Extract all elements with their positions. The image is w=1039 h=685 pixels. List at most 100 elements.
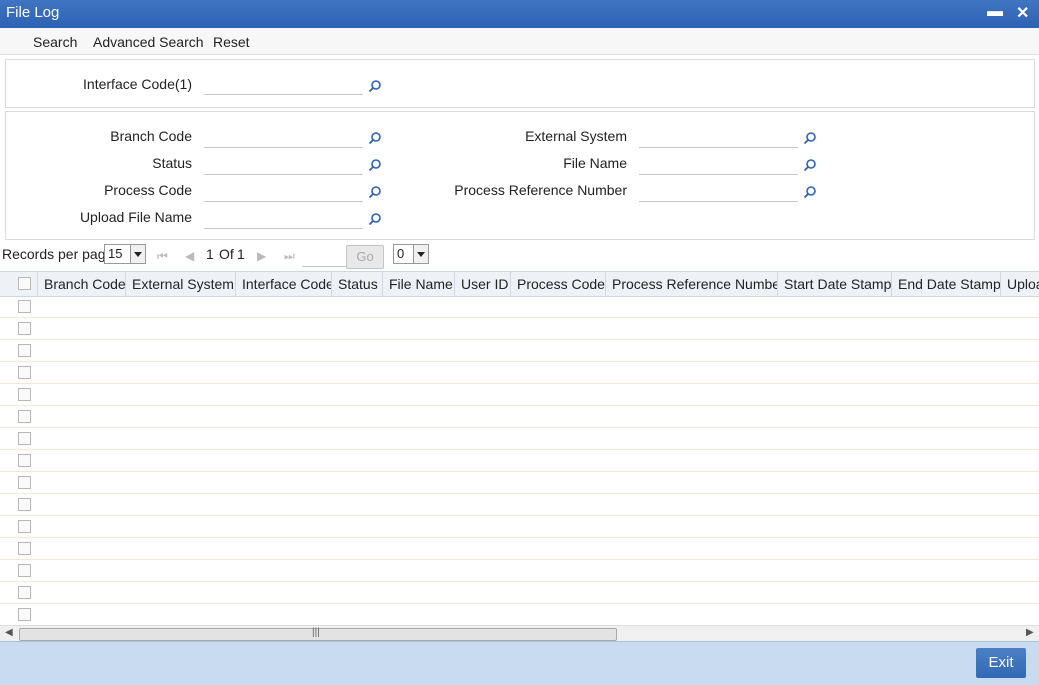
next-page-icon[interactable]: ▶ [257, 249, 266, 263]
row-checkbox[interactable] [18, 344, 31, 357]
external-system-field[interactable] [639, 129, 798, 148]
magnifier-icon[interactable] [368, 158, 382, 172]
column-header[interactable]: End Date Stamp [892, 272, 1001, 296]
column-header[interactable]: User ID [455, 272, 511, 296]
table-row[interactable] [0, 449, 1039, 472]
magnifier-icon[interactable] [368, 131, 382, 145]
primary-search-panel: Interface Code(1) [5, 59, 1035, 108]
interface-code-label: Interface Code(1) [83, 76, 192, 92]
records-per-page-label: Records per page [2, 246, 114, 262]
magnifier-icon[interactable] [803, 185, 817, 199]
secondary-search-panel: Branch Code Status Process Code Upload F… [5, 111, 1035, 240]
row-checkbox[interactable] [18, 322, 31, 335]
table-row[interactable] [0, 537, 1039, 560]
records-per-page-select[interactable]: 15 [104, 244, 146, 264]
row-checkbox[interactable] [18, 388, 31, 401]
page-of-label: Of [219, 246, 234, 262]
branch-code-label: Branch Code [110, 128, 192, 144]
row-checkbox[interactable] [18, 300, 31, 313]
process-code-label: Process Code [104, 182, 192, 198]
table-row[interactable] [0, 515, 1039, 538]
previous-page-icon[interactable]: ◀ [185, 249, 194, 263]
column-header[interactable]: Uploa [1001, 272, 1039, 296]
last-page-icon[interactable]: ⏭ [284, 249, 295, 264]
toolbar: Search Advanced Search Reset [0, 28, 1039, 55]
column-header[interactable]: Interface Code [236, 272, 332, 296]
magnifier-icon[interactable] [368, 185, 382, 199]
table-row[interactable] [0, 471, 1039, 494]
advanced-search-button[interactable]: Advanced Search [93, 34, 204, 50]
column-header[interactable]: Process Reference Number [606, 272, 778, 296]
go-button[interactable]: Go [346, 245, 384, 269]
pagination-bar: Records per page 15 ⏮ ◀ 1 Of 1 ▶ ⏭ Go 0 [0, 242, 1039, 269]
table-row[interactable] [0, 361, 1039, 384]
page-total: 1 [237, 246, 245, 262]
table-row[interactable] [0, 295, 1039, 318]
magnifier-icon[interactable] [368, 212, 382, 226]
table-row[interactable] [0, 383, 1039, 406]
row-checkbox[interactable] [18, 498, 31, 511]
column-header[interactable]: Status [332, 272, 383, 296]
row-checkbox[interactable] [18, 476, 31, 489]
status-label: Status [152, 155, 192, 171]
minimize-icon[interactable]: ▬ [987, 3, 1003, 21]
search-button[interactable]: Search [33, 34, 77, 50]
select-all-checkbox[interactable] [18, 277, 31, 290]
magnifier-icon[interactable] [803, 131, 817, 145]
external-system-label: External System [525, 128, 627, 144]
process-code-field[interactable] [204, 183, 363, 202]
column-header[interactable]: Branch Code [38, 272, 126, 296]
row-checkbox[interactable] [18, 366, 31, 379]
branch-code-field[interactable] [204, 129, 363, 148]
page-number-select-value: 0 [397, 246, 405, 261]
process-reference-number-label: Process Reference Number [454, 182, 627, 198]
file-name-label: File Name [563, 155, 627, 171]
select-all-column [0, 272, 38, 296]
table-row[interactable] [0, 339, 1039, 362]
table-row[interactable] [0, 317, 1039, 340]
upload-file-name-field[interactable] [204, 210, 363, 229]
file-name-field[interactable] [639, 156, 798, 175]
chevron-down-icon [413, 245, 428, 263]
scrollbar-thumb[interactable]: ||| [19, 627, 617, 641]
column-header[interactable]: Start Date Stamp [778, 272, 892, 296]
scroll-left-icon[interactable]: ◀ [5, 627, 13, 638]
row-checkbox[interactable] [18, 520, 31, 533]
status-field[interactable] [204, 156, 363, 175]
row-checkbox[interactable] [18, 608, 31, 621]
close-icon[interactable]: ✕ [1016, 3, 1029, 23]
table-row[interactable] [0, 603, 1039, 625]
column-header[interactable]: External System [126, 272, 236, 296]
magnifier-icon[interactable] [803, 158, 817, 172]
table-row[interactable] [0, 427, 1039, 450]
records-per-page-value: 15 [108, 246, 123, 261]
row-checkbox[interactable] [18, 410, 31, 423]
process-reference-number-field[interactable] [639, 183, 798, 202]
interface-code-field[interactable] [204, 76, 363, 95]
first-page-icon[interactable]: ⏮ [157, 249, 168, 264]
row-checkbox[interactable] [18, 542, 31, 555]
row-checkbox[interactable] [18, 432, 31, 445]
exit-button[interactable]: Exit [976, 648, 1026, 678]
scroll-right-icon[interactable]: ▶ [1026, 627, 1034, 638]
upload-file-name-label: Upload File Name [79, 209, 192, 225]
table-row[interactable] [0, 493, 1039, 516]
row-checkbox[interactable] [18, 586, 31, 599]
grid-header: Branch Code External System Interface Co… [0, 271, 1039, 297]
go-to-page-field[interactable] [302, 248, 346, 267]
page-current: 1 [206, 246, 214, 262]
table-row[interactable] [0, 581, 1039, 604]
footer-bar: Exit [0, 641, 1039, 685]
table-row[interactable] [0, 405, 1039, 428]
reset-button[interactable]: Reset [213, 34, 250, 50]
row-checkbox[interactable] [18, 454, 31, 467]
row-checkbox[interactable] [18, 564, 31, 577]
magnifier-icon[interactable] [368, 79, 382, 93]
window-title: File Log [6, 4, 60, 21]
column-header[interactable]: Process Code [511, 272, 606, 296]
page-number-select[interactable]: 0 [393, 244, 429, 264]
table-row[interactable] [0, 559, 1039, 582]
results-grid: Branch Code External System Interface Co… [0, 271, 1039, 625]
column-header[interactable]: File Name [383, 272, 455, 296]
horizontal-scrollbar[interactable]: ◀ ||| ▶ [0, 625, 1039, 642]
